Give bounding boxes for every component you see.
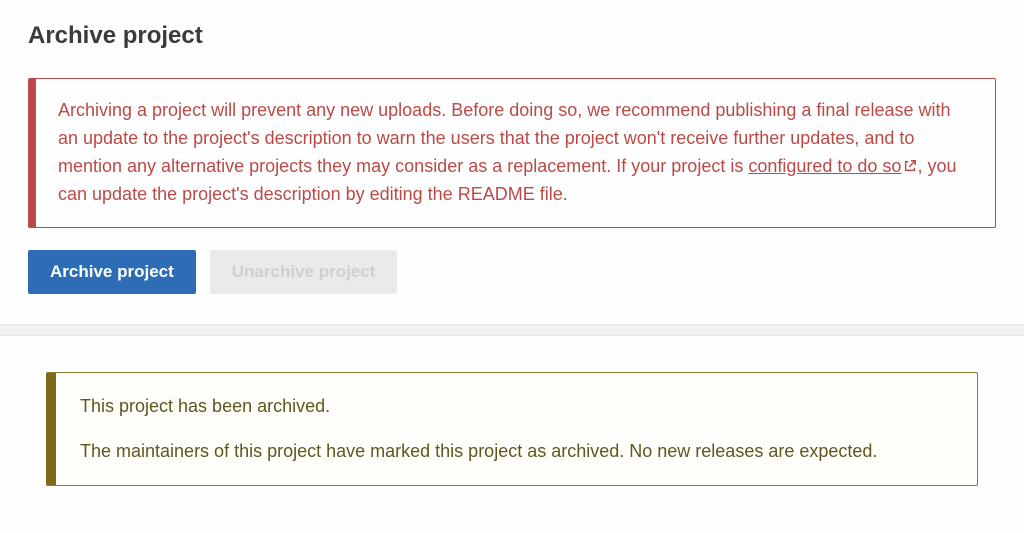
archive-button[interactable]: Archive project <box>28 250 196 294</box>
configured-link[interactable]: configured to do so <box>748 156 917 176</box>
archive-warning-alert: Archiving a project will prevent any new… <box>28 78 996 228</box>
configured-link-text: configured to do so <box>748 156 901 176</box>
archived-notice-alert: This project has been archived. The main… <box>46 372 978 486</box>
section-title: Archive project <box>28 22 996 50</box>
archived-status-section: This project has been archived. The main… <box>0 336 1024 506</box>
archive-section: Archive project Archiving a project will… <box>0 0 1024 324</box>
archived-notice-line1: This project has been archived. <box>80 393 953 420</box>
button-row: Archive project Unarchive project <box>28 250 996 294</box>
archived-notice-line2: The maintainers of this project have mar… <box>80 438 953 465</box>
external-link-icon <box>903 159 917 173</box>
unarchive-button: Unarchive project <box>210 250 398 294</box>
section-divider <box>0 324 1024 336</box>
